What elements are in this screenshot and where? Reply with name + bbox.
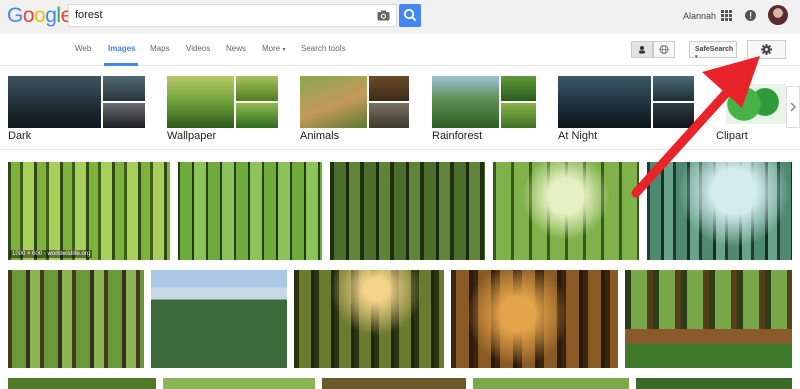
related-thumb [501, 76, 536, 101]
search-input[interactable]: forest [68, 4, 397, 27]
image-caption: 1000 × 600 - worldwildlife.org [10, 250, 93, 258]
person-icon [639, 46, 645, 54]
related-label: At Night [558, 130, 598, 142]
safesearch-label: SafeSearch [695, 46, 734, 53]
related-chip-animals[interactable]: Animals [300, 76, 409, 142]
chevron-down-icon: ▾ [282, 47, 286, 53]
related-chip-rainforest[interactable]: Rainforest [432, 76, 536, 142]
globe-icon [659, 45, 669, 54]
image-result[interactable] [163, 378, 315, 389]
related-chip-dark[interactable]: Dark [8, 76, 145, 142]
related-label: Animals [300, 130, 340, 142]
related-thumb [653, 103, 694, 128]
image-result[interactable] [8, 270, 144, 368]
related-thumb [167, 76, 234, 128]
related-thumb [653, 76, 694, 101]
image-result[interactable] [473, 378, 629, 389]
avatar[interactable] [768, 5, 788, 25]
logo-letter: g [45, 4, 57, 27]
image-result[interactable] [647, 162, 792, 260]
chevron-right-icon [790, 102, 797, 112]
related-thumb [726, 84, 786, 124]
image-result[interactable] [151, 270, 287, 368]
chevron-down-icon: ▾ [695, 54, 698, 60]
size-toggle-person[interactable] [631, 41, 653, 58]
image-result[interactable] [294, 270, 444, 368]
notifications-icon[interactable] [745, 9, 756, 22]
search-tabs-bar: Web Images Maps Videos News More ▾ Searc… [0, 34, 800, 66]
tab-news[interactable]: News [226, 44, 246, 53]
tab-videos[interactable]: Videos [186, 44, 210, 53]
related-thumb [300, 76, 367, 128]
logo-letter: G [7, 4, 23, 27]
related-thumb [103, 103, 145, 128]
related-thumb [103, 76, 145, 101]
related-searches: Dark Wallpaper Animals Rainforest At Nig… [0, 66, 800, 150]
tab-images[interactable]: Images [108, 44, 136, 53]
tab-more-label: More [262, 44, 281, 53]
related-label: Rainforest [432, 130, 483, 142]
related-thumb [236, 103, 278, 128]
related-thumb [236, 76, 278, 101]
gear-icon [761, 44, 772, 55]
camera-icon[interactable] [377, 10, 390, 21]
related-thumb [369, 103, 409, 128]
image-result[interactable] [451, 270, 618, 368]
logo-letter: o [22, 4, 35, 27]
related-next-button[interactable] [786, 86, 800, 128]
apps-grid-icon[interactable] [721, 10, 732, 21]
image-result[interactable] [636, 378, 792, 389]
top-bar: Google forest Alannah [0, 0, 800, 34]
image-result[interactable] [330, 162, 485, 260]
related-chip-wallpaper[interactable]: Wallpaper [167, 76, 278, 142]
search-tools-button[interactable]: Search tools [301, 44, 345, 53]
tab-maps[interactable]: Maps [150, 44, 170, 53]
search-value: forest [75, 9, 103, 21]
safesearch-dropdown[interactable]: SafeSearch ▾ [689, 41, 737, 60]
related-chip-at-night[interactable]: At Night [558, 76, 694, 142]
tab-more[interactable]: More ▾ [262, 44, 285, 53]
related-label: Clipart [716, 130, 748, 142]
related-thumb [501, 103, 536, 128]
related-thumb [558, 76, 651, 128]
settings-button[interactable] [747, 40, 786, 59]
logo-letter: o [34, 4, 46, 27]
image-results-grid: 1000 × 600 - worldwildlife.org [0, 150, 800, 389]
image-result[interactable]: 1000 × 600 - worldwildlife.org [8, 162, 170, 260]
tab-web[interactable]: Web [75, 44, 91, 53]
related-thumb [8, 76, 101, 128]
image-result[interactable] [8, 378, 156, 389]
image-result[interactable] [625, 270, 792, 368]
image-result[interactable] [322, 378, 466, 389]
related-label: Wallpaper [167, 130, 217, 142]
size-toggle-globe[interactable] [653, 41, 675, 58]
related-label: Dark [8, 130, 32, 142]
related-chip-clipart[interactable]: Clipart [716, 76, 786, 142]
search-button[interactable] [399, 4, 421, 27]
image-result[interactable] [178, 162, 322, 260]
search-icon [403, 8, 417, 22]
image-result[interactable] [493, 162, 639, 260]
related-thumb [432, 76, 499, 128]
google-logo[interactable]: Google [7, 4, 72, 28]
related-thumb [369, 76, 409, 101]
user-name[interactable]: Alannah [683, 11, 716, 21]
